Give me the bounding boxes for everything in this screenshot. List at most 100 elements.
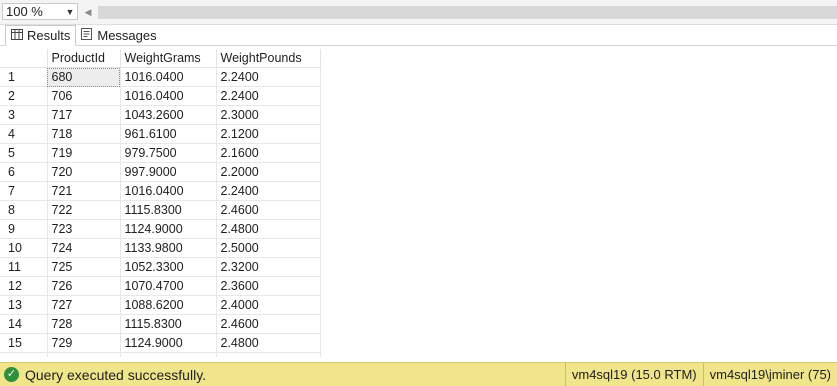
table-cell[interactable]: 2.4600: [216, 314, 321, 334]
table-cell[interactable]: 1016.0400: [120, 67, 217, 87]
table-cell[interactable]: 728: [47, 314, 121, 334]
row-number[interactable]: 2: [0, 86, 48, 106]
table-cell[interactable]: 1070.4700: [120, 276, 217, 296]
row-number[interactable]: 5: [0, 143, 48, 163]
table-cell[interactable]: 2.2400: [216, 181, 321, 201]
table-cell[interactable]: 719: [47, 143, 121, 163]
table-row[interactable]: 3 717 1043.2600 2.3000: [0, 105, 321, 125]
table-cell[interactable]: 961.6100: [120, 124, 217, 144]
table-row[interactable]: 7 721 1016.0400 2.2400: [0, 181, 321, 201]
table-cell[interactable]: 706: [47, 86, 121, 106]
result-tabs: Results Messages: [0, 25, 837, 46]
table-cell[interactable]: 721: [47, 181, 121, 201]
row-number[interactable]: 13: [0, 295, 48, 315]
table-cell[interactable]: 1133.9800: [120, 352, 217, 357]
table-cell[interactable]: 2.1600: [216, 143, 321, 163]
table-row[interactable]: 8 722 1115.8300 2.4600: [0, 200, 321, 220]
status-message-area: ✓ Query executed successfully.: [0, 367, 565, 383]
table-cell[interactable]: 724: [47, 238, 121, 258]
table-cell[interactable]: 1124.9000: [120, 333, 217, 353]
table-row[interactable]: 15 729 1124.9000 2.4800: [0, 333, 321, 353]
table-cell[interactable]: 1115.8300: [120, 314, 217, 334]
table-cell[interactable]: 2.3000: [216, 105, 321, 125]
table-row[interactable]: 6 720 997.9000 2.2000: [0, 162, 321, 182]
zoom-dropdown[interactable]: 100 % ▼: [2, 3, 78, 20]
tab-results[interactable]: Results: [5, 25, 77, 46]
table-cell[interactable]: 1124.9000: [120, 219, 217, 239]
table-cell[interactable]: 725: [47, 257, 121, 277]
table-row[interactable]: 1 680 1016.0400 2.2400: [0, 67, 321, 87]
table-cell[interactable]: 2.4800: [216, 333, 321, 353]
table-cell[interactable]: 2.1200: [216, 124, 321, 144]
table-row[interactable]: 11 725 1052.3300 2.3200: [0, 257, 321, 277]
row-number[interactable]: 3: [0, 105, 48, 125]
table-cell[interactable]: 1133.9800: [120, 238, 217, 258]
row-number[interactable]: 15: [0, 333, 48, 353]
horizontal-scrollbar[interactable]: ◀: [82, 4, 837, 20]
table-cell[interactable]: 727: [47, 295, 121, 315]
table-row[interactable]: 12 726 1070.4700 2.3600: [0, 276, 321, 296]
table-row[interactable]: 167301133.98002.5000: [0, 352, 321, 357]
chevron-down-icon: ▼: [65, 6, 75, 17]
table-row[interactable]: 9 723 1124.9000 2.4800: [0, 219, 321, 239]
column-header-weightgrams[interactable]: WeightGrams: [120, 49, 217, 68]
results-grid[interactable]: ProductId WeightGrams WeightPounds 1 680 1…: [0, 49, 837, 357]
table-cell[interactable]: 1043.2600: [120, 105, 217, 125]
zoom-value: 100 %: [6, 4, 43, 19]
table-cell[interactable]: 723: [47, 219, 121, 239]
table-cell[interactable]: 729: [47, 333, 121, 353]
table-cell[interactable]: 1088.6200: [120, 295, 217, 315]
results-table: ProductId WeightGrams WeightPounds 1 680 1…: [0, 49, 321, 357]
scroll-left-icon[interactable]: ◀: [82, 7, 94, 18]
table-cell[interactable]: 2.5000: [216, 238, 321, 258]
table-row[interactable]: 4 718 961.6100 2.1200: [0, 124, 321, 144]
table-cell[interactable]: 717: [47, 105, 121, 125]
table-row[interactable]: 2 706 1016.0400 2.2400: [0, 86, 321, 106]
table-cell[interactable]: 720: [47, 162, 121, 182]
table-cell[interactable]: 979.7500: [120, 143, 217, 163]
row-number[interactable]: 6: [0, 162, 48, 182]
user-info: vm4sql19\jminer (75): [702, 362, 837, 386]
table-cell[interactable]: 2.3200: [216, 257, 321, 277]
table-cell[interactable]: 2.4600: [216, 200, 321, 220]
table-cell[interactable]: 2.2000: [216, 162, 321, 182]
row-number[interactable]: 1: [0, 67, 48, 87]
table-cell[interactable]: 1016.0400: [120, 86, 217, 106]
table-cell[interactable]: 2.2400: [216, 86, 321, 106]
table-cell[interactable]: 718: [47, 124, 121, 144]
scrollbar-thumb[interactable]: [98, 5, 837, 19]
query-results-pane: 100 % ▼ ◀ Results Messages ProductId Wei…: [0, 0, 837, 386]
column-header-productid[interactable]: ProductId: [47, 49, 121, 68]
row-number[interactable]: 4: [0, 124, 48, 144]
table-cell[interactable]: 1115.8300: [120, 200, 217, 220]
grid-icon: [11, 28, 23, 43]
table-cell[interactable]: 1016.0400: [120, 181, 217, 201]
table-cell[interactable]: 2.4800: [216, 219, 321, 239]
table-cell[interactable]: 2.3600: [216, 276, 321, 296]
table-cell[interactable]: 997.9000: [120, 162, 217, 182]
table-row[interactable]: 14 728 1115.8300 2.4600: [0, 314, 321, 334]
table-cell[interactable]: 2.5000: [216, 352, 321, 357]
table-cell[interactable]: 726: [47, 276, 121, 296]
table-cell[interactable]: 680: [47, 67, 121, 87]
row-number[interactable]: 14: [0, 314, 48, 334]
row-number[interactable]: 12: [0, 276, 48, 296]
table-cell[interactable]: 730: [47, 352, 121, 357]
table-cell[interactable]: 2.2400: [216, 67, 321, 87]
row-number[interactable]: 16: [0, 352, 48, 357]
column-header-weightpounds[interactable]: WeightPounds: [216, 49, 321, 68]
table-cell[interactable]: 2.4000: [216, 295, 321, 315]
table-cell[interactable]: 1052.3300: [120, 257, 217, 277]
row-number[interactable]: 11: [0, 257, 48, 277]
table-row[interactable]: 13 727 1088.6200 2.4000: [0, 295, 321, 315]
row-number[interactable]: 9: [0, 219, 48, 239]
tab-messages-label: Messages: [97, 28, 157, 43]
table-row[interactable]: 10 724 1133.9800 2.5000: [0, 238, 321, 258]
row-number-header[interactable]: [0, 49, 48, 68]
row-number[interactable]: 10: [0, 238, 48, 258]
tab-messages[interactable]: Messages: [76, 26, 161, 45]
row-number[interactable]: 8: [0, 200, 48, 220]
row-number[interactable]: 7: [0, 181, 48, 201]
table-cell[interactable]: 722: [47, 200, 121, 220]
table-row[interactable]: 5 719 979.7500 2.1600: [0, 143, 321, 163]
